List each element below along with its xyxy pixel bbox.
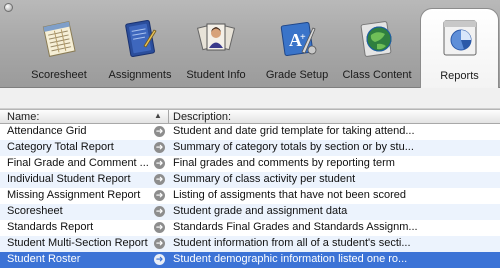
- tab-reports[interactable]: Reports: [420, 8, 499, 89]
- report-name: Individual Student Report: [7, 173, 131, 185]
- column-divider[interactable]: [168, 110, 169, 123]
- report-description: Final grades and comments by reporting t…: [173, 157, 395, 169]
- scoresheet-icon: [42, 21, 76, 57]
- table-row[interactable]: Scoresheet ➜ Student grade and assignmen…: [0, 204, 500, 220]
- table-header: Name: ▲ Description:: [0, 109, 500, 124]
- report-name: Standards Report: [7, 221, 94, 233]
- tab-label: Student Info: [186, 69, 246, 81]
- report-name: Student Roster: [7, 253, 81, 265]
- assignments-icon: [125, 19, 157, 58]
- tab-label: Class Content: [342, 69, 412, 81]
- tab-label: Grade Setup: [265, 69, 329, 81]
- table-row[interactable]: Attendance Grid ➜ Student and date grid …: [0, 124, 500, 140]
- table-row[interactable]: Final Grade and Comment ... ➜ Final grad…: [0, 156, 500, 172]
- tab-label: Scoresheet: [31, 69, 87, 81]
- go-arrow-icon[interactable]: ➜: [154, 222, 165, 233]
- table-row[interactable]: Category Total Report ➜ Summary of categ…: [0, 140, 500, 156]
- tab-grade-setup[interactable]: A + Grade Setup: [262, 12, 332, 88]
- toolbar: Scoresheet Assignments Student Info A + …: [0, 0, 500, 89]
- reports-icon: [443, 20, 476, 56]
- tab-student-info[interactable]: Student Info: [180, 12, 252, 88]
- report-description: Student demographic information listed o…: [173, 253, 408, 265]
- tab-bar: Scoresheet Assignments Student Info A + …: [0, 0, 500, 89]
- go-arrow-icon[interactable]: ➜: [154, 238, 165, 249]
- table-row[interactable]: Individual Student Report ➜ Summary of c…: [0, 172, 500, 188]
- report-name: Student Multi-Section Report: [7, 237, 148, 249]
- description-column-header[interactable]: Description:: [173, 111, 231, 123]
- report-description: Listing of assigments that have not been…: [173, 189, 406, 201]
- tool-strip: [0, 88, 500, 109]
- name-column-header[interactable]: Name:: [7, 111, 39, 123]
- go-arrow-icon[interactable]: ➜: [154, 158, 165, 169]
- report-description: Student and date grid template for takin…: [173, 125, 415, 137]
- report-description: Summary of class activity per student: [173, 173, 356, 185]
- go-arrow-icon[interactable]: ➜: [154, 254, 165, 265]
- table-row-selected[interactable]: Student Roster ➜ Student demographic inf…: [0, 252, 500, 268]
- go-arrow-icon[interactable]: ➜: [154, 206, 165, 217]
- report-description: Student information from all of a studen…: [173, 237, 411, 249]
- grade-setup-icon: A +: [280, 21, 317, 57]
- go-arrow-icon[interactable]: ➜: [154, 126, 165, 137]
- tab-assignments[interactable]: Assignments: [103, 12, 177, 88]
- sort-ascending-icon[interactable]: ▲: [154, 111, 162, 120]
- table-row[interactable]: Student Multi-Section Report ➜ Student i…: [0, 236, 500, 252]
- report-name: Scoresheet: [7, 205, 63, 217]
- class-content-icon: [360, 21, 392, 57]
- report-name: Category Total Report: [7, 141, 114, 153]
- tab-label: Reports: [440, 70, 479, 82]
- report-description: Student grade and assignment data: [173, 205, 348, 217]
- report-name: Missing Assignment Report: [7, 189, 141, 201]
- report-description: Summary of category totals by section or…: [173, 141, 414, 153]
- report-name: Attendance Grid: [7, 125, 87, 137]
- go-arrow-icon[interactable]: ➜: [154, 174, 165, 185]
- table-row[interactable]: Missing Assignment Report ➜ Listing of a…: [0, 188, 500, 204]
- go-arrow-icon[interactable]: ➜: [154, 142, 165, 153]
- tab-label: Assignments: [108, 69, 172, 81]
- go-arrow-icon[interactable]: ➜: [154, 190, 165, 201]
- tab-scoresheet[interactable]: Scoresheet: [23, 12, 95, 88]
- table-row[interactable]: Standards Report ➜ Standards Final Grade…: [0, 220, 500, 236]
- tab-class-content[interactable]: Class Content: [338, 12, 416, 88]
- reports-table: Name: ▲ Description: Attendance Grid ➜ S…: [0, 109, 500, 270]
- svg-text:+: +: [300, 32, 306, 43]
- student-info-icon: [196, 23, 236, 51]
- report-name: Final Grade and Comment ...: [7, 157, 149, 169]
- report-description: Standards Final Grades and Standards Ass…: [173, 221, 418, 233]
